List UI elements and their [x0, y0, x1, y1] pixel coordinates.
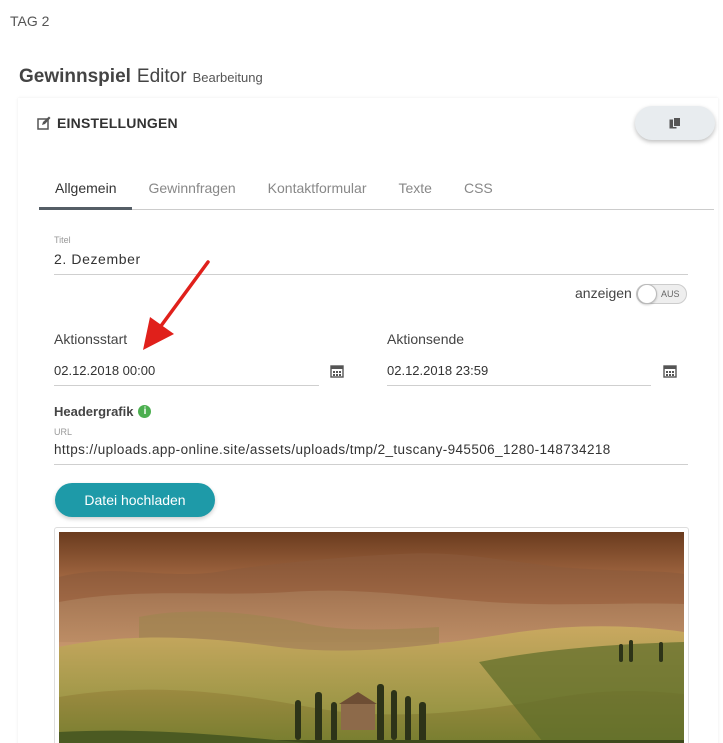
tab-kontaktformular[interactable]: Kontaktformular	[252, 170, 383, 210]
page-title-editor: Editor	[136, 66, 187, 87]
upload-file-button[interactable]: Datei hochladen	[55, 483, 215, 517]
tab-allgemein[interactable]: Allgemein	[39, 170, 133, 210]
settings-panel: EINSTELLUNGEN Allgemein Gewinnfragen Kon…	[18, 98, 718, 743]
header-graphic-title: Headergrafik	[54, 404, 134, 419]
start-date-underline	[54, 385, 319, 386]
start-date-input[interactable]: 02.12.2018 00:00	[54, 363, 155, 378]
calendar-icon[interactable]	[330, 364, 344, 378]
header-image-preview	[54, 527, 689, 743]
calendar-icon[interactable]	[663, 364, 677, 378]
tab-gewinnfragen[interactable]: Gewinnfragen	[132, 170, 251, 210]
panel-title: EINSTELLUNGEN	[57, 115, 178, 131]
edit-icon	[37, 116, 51, 130]
show-toggle-label: anzeigen	[575, 285, 632, 301]
page-title: Gewinnspiel Editor Bearbeitung	[19, 66, 263, 88]
day-tag: TAG 2	[10, 13, 50, 29]
tab-css[interactable]: CSS	[448, 170, 509, 210]
copy-button[interactable]	[635, 106, 715, 140]
url-underline	[54, 464, 688, 465]
title-field-underline	[54, 274, 688, 275]
tuscany-landscape-image	[59, 532, 684, 743]
toggle-state-text: AUS	[661, 289, 680, 299]
tab-texte[interactable]: Texte	[382, 170, 447, 210]
title-field-label: Titel	[54, 235, 71, 245]
title-field-input[interactable]: 2. Dezember	[54, 251, 141, 267]
header-graphic-label: Headergrafik i	[54, 404, 152, 419]
toggle-knob	[637, 284, 657, 304]
show-toggle[interactable]: AUS	[636, 284, 687, 304]
end-date-input[interactable]: 02.12.2018 23:59	[387, 363, 488, 378]
tab-bar: Allgemein Gewinnfragen Kontaktformular T…	[39, 170, 714, 210]
copy-icon	[669, 116, 681, 128]
url-input[interactable]: https://uploads.app-online.site/assets/u…	[54, 442, 690, 457]
panel-header: EINSTELLUNGEN	[37, 115, 178, 131]
end-date-label: Aktionsende	[387, 331, 465, 347]
url-label: URL	[54, 427, 73, 437]
page-subtitle: Bearbeitung	[192, 70, 263, 85]
end-date-underline	[387, 385, 651, 386]
start-date-label: Aktionsstart	[54, 331, 128, 347]
info-icon[interactable]: i	[138, 405, 152, 418]
page-title-main: Gewinnspiel	[19, 66, 131, 87]
